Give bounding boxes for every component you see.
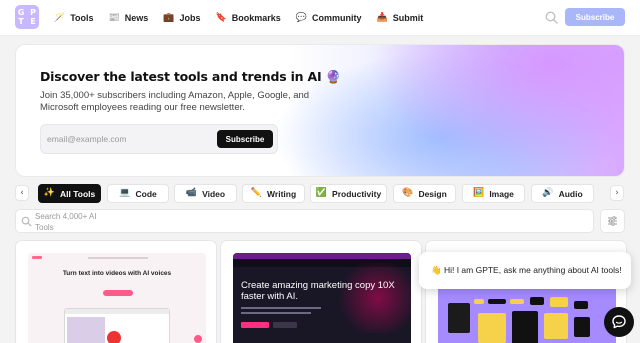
hero-subscribe-button[interactable]: Subscribe bbox=[217, 130, 273, 148]
tab-label: Image bbox=[489, 188, 514, 199]
magic-wand-icon: 🪄 bbox=[54, 12, 66, 23]
nav-links: 🪄 Tools 📰 News 💼 Jobs 🔖 Bookmarks 💬 Comm… bbox=[54, 0, 423, 36]
preview-image bbox=[67, 317, 105, 343]
tab-audio[interactable]: 🔊 Audio bbox=[531, 184, 594, 203]
nav-link-label: Bookmarks bbox=[231, 13, 281, 23]
sliders-icon bbox=[608, 216, 617, 226]
mockup-item bbox=[448, 303, 470, 333]
cta-button bbox=[241, 322, 269, 328]
play-button-icon bbox=[107, 331, 121, 343]
nav-link-tools[interactable]: 🪄 Tools bbox=[54, 13, 94, 23]
tab-label: Design bbox=[418, 188, 447, 199]
search-icon bbox=[21, 216, 32, 227]
mockup-item bbox=[574, 317, 590, 337]
tab-label: All Tools bbox=[59, 188, 96, 199]
check-box-icon: ✅ bbox=[315, 188, 328, 198]
tab-label: Video bbox=[202, 188, 226, 199]
tab-label: Writing bbox=[267, 188, 297, 199]
pencil-icon: ✏️ bbox=[250, 188, 263, 198]
logo-letter: G bbox=[17, 8, 25, 17]
mockup-item bbox=[550, 297, 568, 307]
mockup-item bbox=[530, 297, 544, 305]
mockup-item bbox=[474, 299, 484, 304]
tab-writing[interactable]: ✏️ Writing bbox=[242, 184, 305, 203]
filter-button[interactable] bbox=[600, 209, 625, 233]
email-field[interactable] bbox=[47, 132, 207, 146]
inbox-tray-icon: 📥 bbox=[376, 12, 388, 23]
tools-search-bar[interactable]: Search 4,000+ AI Tools bbox=[15, 209, 594, 233]
chat-launcher-button[interactable] bbox=[604, 307, 634, 337]
text-line bbox=[241, 312, 311, 314]
palette-icon: 🎨 bbox=[402, 188, 414, 198]
thumbnail-headline: Create amazing marketing copy 10X faster… bbox=[241, 280, 395, 302]
nav-link-label: Submit bbox=[392, 13, 424, 23]
text-line bbox=[241, 307, 321, 309]
nav-link-label: Tools bbox=[70, 13, 94, 23]
briefcase-icon: 💼 bbox=[163, 12, 175, 23]
laptop-icon: 💻 bbox=[119, 188, 131, 198]
newsletter-hero: Discover the latest tools and trends in … bbox=[15, 44, 625, 177]
tool-card[interactable]: Create amazing marketing copy 10X faster… bbox=[220, 240, 422, 343]
window-bar bbox=[65, 309, 169, 314]
nav-link-news[interactable]: 📰 News bbox=[109, 13, 149, 23]
tab-productivity[interactable]: ✅ Productivity bbox=[310, 184, 387, 203]
tool-card-thumbnail: Create amazing marketing copy 10X faster… bbox=[233, 253, 411, 343]
chat-popup[interactable]: 👋 Hi! I am GPTE, ask me anything about A… bbox=[419, 252, 631, 289]
tool-card[interactable]: Turn text into videos with AI voices bbox=[15, 240, 217, 343]
nav-link-bookmarks[interactable]: 🔖 Bookmarks bbox=[216, 13, 281, 23]
tab-all-tools[interactable]: ✨ All Tools bbox=[38, 184, 101, 203]
tab-design[interactable]: 🎨 Design bbox=[393, 184, 456, 203]
chevron-left-icon[interactable]: ‹ bbox=[15, 185, 29, 201]
logo-letter: T bbox=[18, 17, 24, 26]
mockup-item bbox=[574, 301, 588, 309]
search-input[interactable]: Search 4,000+ AI Tools bbox=[35, 211, 115, 233]
video-camera-icon: 📹 bbox=[185, 188, 198, 198]
search-icon[interactable] bbox=[544, 10, 559, 25]
hero-subtitle: Join 35,000+ subscribers including Amazo… bbox=[40, 90, 310, 113]
logo-letter: E bbox=[30, 17, 36, 26]
speaker-icon: 🔊 bbox=[542, 188, 554, 198]
nav-link-community[interactable]: 💬 Community bbox=[296, 13, 362, 23]
editor-window bbox=[64, 308, 170, 343]
tab-image[interactable]: 🖼️ Image bbox=[462, 184, 525, 203]
nav-subscribe-button[interactable]: Subscribe bbox=[565, 8, 625, 26]
tab-label: Code bbox=[135, 188, 157, 199]
newsletter-signup: Subscribe bbox=[40, 124, 278, 154]
mockup-item bbox=[478, 313, 506, 343]
nav-link-jobs[interactable]: 💼 Jobs bbox=[163, 13, 200, 23]
mockup-item bbox=[510, 299, 524, 304]
tab-video[interactable]: 📹 Video bbox=[174, 184, 237, 203]
chat-bubble-icon bbox=[612, 315, 626, 329]
chat-dot-icon bbox=[194, 335, 202, 343]
nav-link-submit[interactable]: 📥 Submit bbox=[377, 13, 424, 23]
tab-label: Productivity bbox=[332, 188, 382, 199]
category-tabs: ✨ All Tools 💻 Code 📹 Video ✏️ Writing ✅ … bbox=[38, 184, 598, 203]
chevron-right-icon[interactable]: › bbox=[610, 185, 624, 201]
framed-picture-icon: 🖼️ bbox=[473, 188, 485, 198]
gpte-logo[interactable]: G P T E bbox=[15, 5, 39, 29]
nav-link-label: Jobs bbox=[179, 13, 201, 23]
mockup-item bbox=[488, 299, 506, 304]
newspaper-icon: 📰 bbox=[108, 12, 120, 23]
nav-link-label: News bbox=[124, 13, 149, 23]
site-nav bbox=[88, 257, 148, 259]
mockup-item bbox=[544, 313, 568, 339]
tab-code[interactable]: 💻 Code bbox=[107, 184, 169, 203]
tool-card-thumbnail: Turn text into videos with AI voices bbox=[28, 253, 206, 343]
hero-title: Discover the latest tools and trends in … bbox=[40, 69, 341, 84]
top-navbar: G P T E 🪄 Tools 📰 News 💼 Jobs 🔖 Bookmark… bbox=[0, 0, 640, 36]
cta-pill bbox=[103, 290, 133, 296]
thumbnail-headline: Turn text into videos with AI voices bbox=[62, 270, 172, 277]
secondary-button bbox=[273, 322, 297, 328]
sparkles-icon: ✨ bbox=[43, 188, 55, 198]
site-logo bbox=[32, 256, 42, 259]
tab-label: Audio bbox=[558, 188, 583, 199]
mockup-item bbox=[512, 311, 538, 343]
logo-letter: P bbox=[30, 8, 36, 17]
bookmark-icon: 🔖 bbox=[215, 12, 227, 23]
nav-link-label: Community bbox=[312, 13, 362, 23]
speech-bubble-icon: 💬 bbox=[295, 12, 307, 23]
